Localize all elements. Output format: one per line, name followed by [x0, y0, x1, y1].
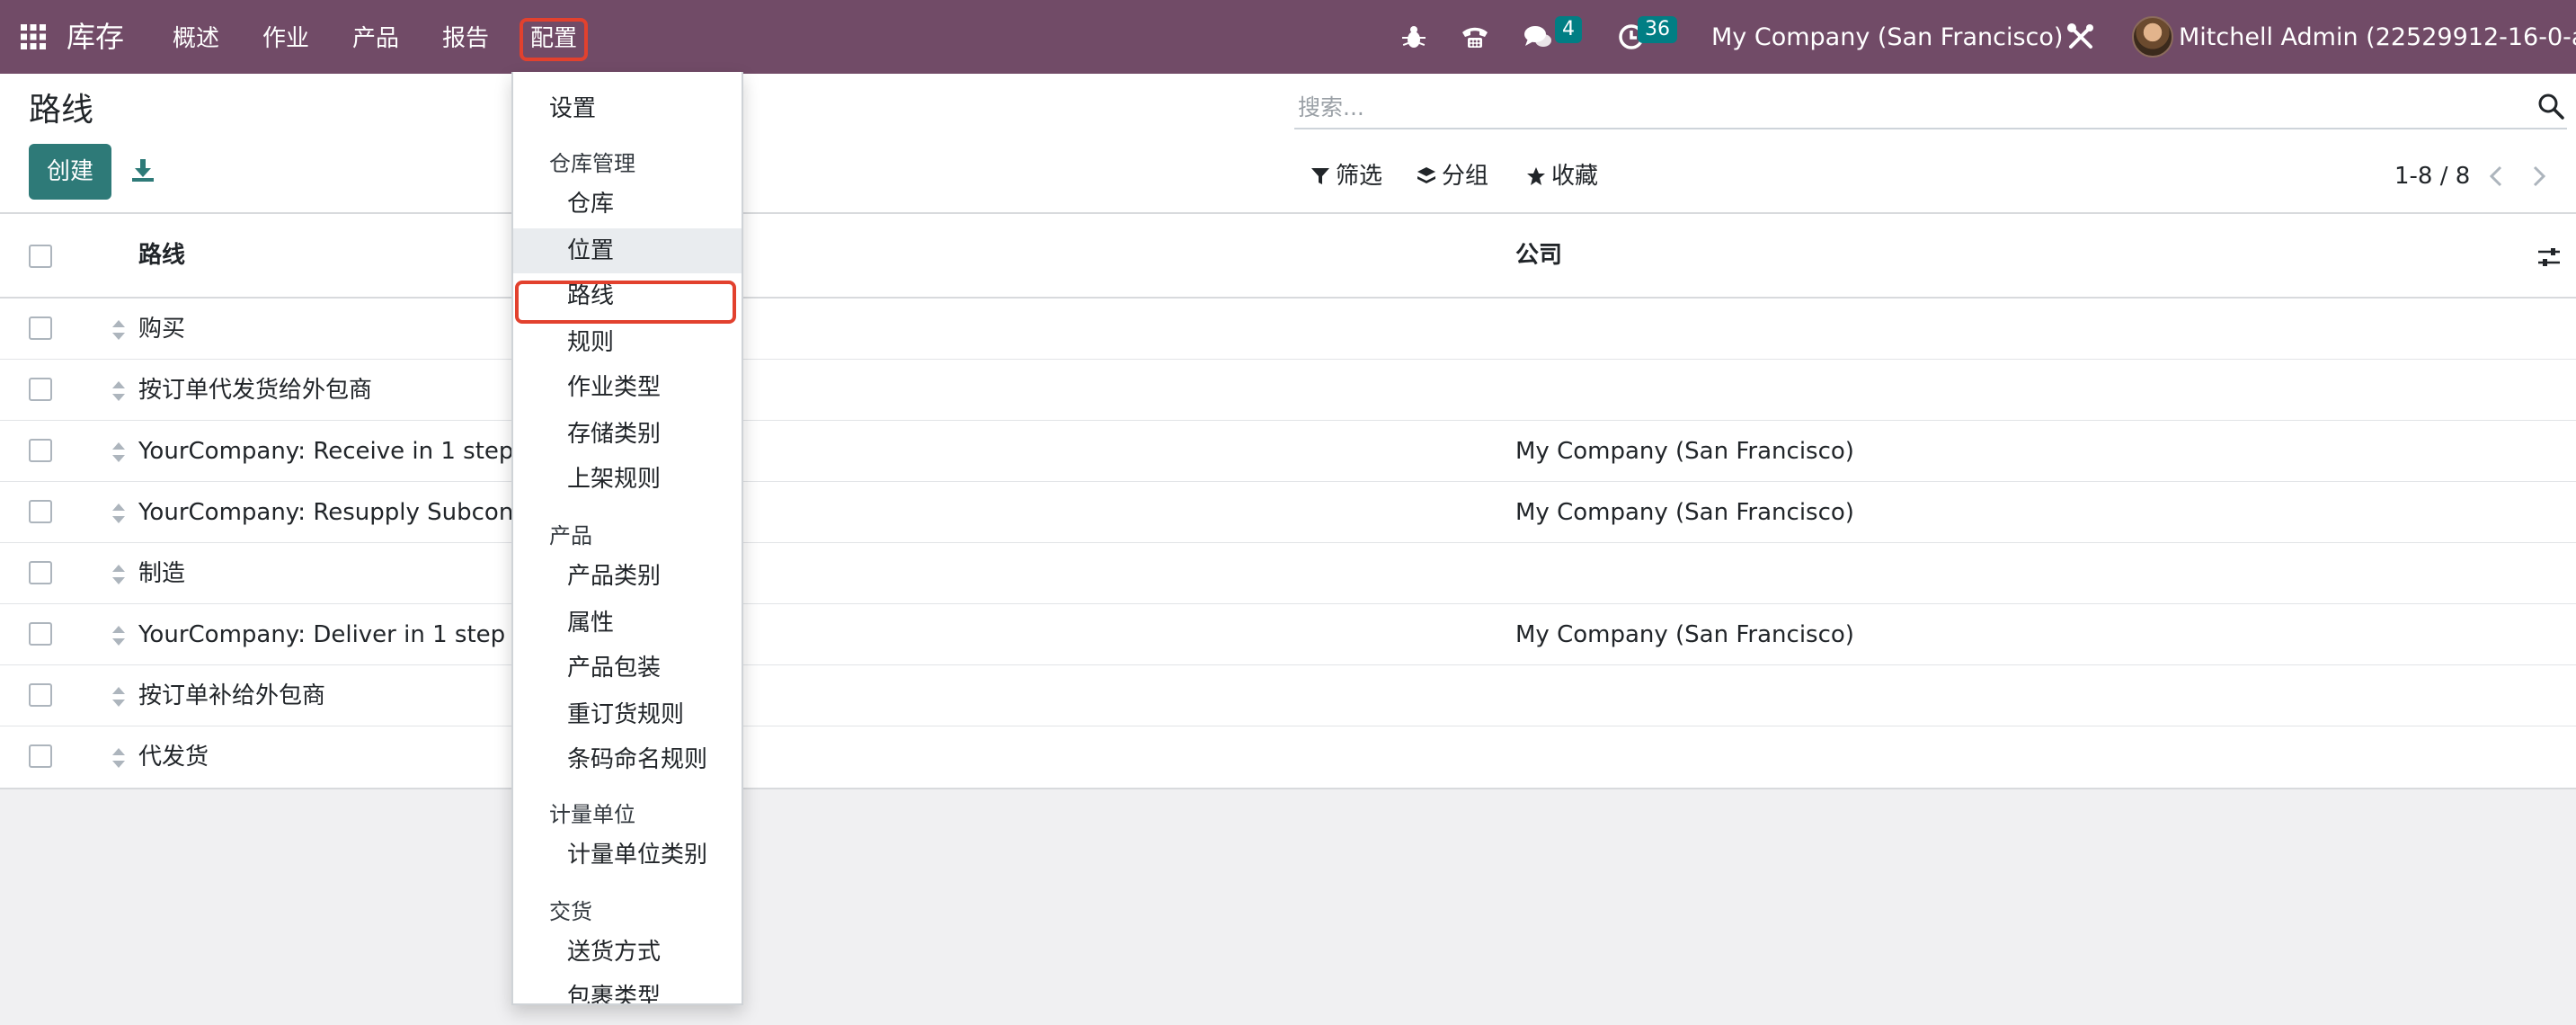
route-name: 代发货 — [138, 744, 209, 771]
chevron-left-icon[interactable] — [2484, 164, 2509, 189]
menu-section-products: 产品 — [549, 523, 592, 548]
company-switcher[interactable]: My Company (San Francisco) — [1711, 22, 2063, 54]
route-name: YourCompany: Receive in 1 step (s — [138, 438, 543, 465]
route-name: 按订单补给外包商 — [138, 682, 326, 709]
table-row[interactable]: 购买 — [0, 299, 2576, 360]
pager-value[interactable]: 1-8 / 8 — [2394, 160, 2470, 192]
row-checkbox[interactable] — [29, 439, 52, 462]
row-checkbox[interactable] — [29, 622, 52, 646]
filter-icon — [1311, 168, 1329, 184]
group-by-label: 分组 — [1442, 163, 1489, 190]
create-button[interactable]: 创建 — [29, 144, 111, 200]
filter-button[interactable]: 筛选 — [1310, 158, 1382, 194]
menu-item-barcode-nomenclatures[interactable]: 条码命名规则 — [513, 737, 742, 782]
row-checkbox[interactable] — [29, 561, 52, 584]
table-row[interactable]: YourCompany: Resupply Subcontr My Compan… — [0, 482, 2576, 543]
menu-reporting[interactable]: 报告 — [442, 23, 489, 54]
app-brand[interactable]: 库存 — [67, 18, 124, 56]
menu-item-rules[interactable]: 规则 — [513, 320, 742, 365]
table-row[interactable]: 制造 — [0, 543, 2576, 604]
menu-item-putaway-rules[interactable]: 上架规则 — [513, 457, 742, 502]
drag-handle-icon[interactable] — [110, 379, 128, 403]
menu-item-product-categories[interactable]: 产品类别 — [513, 554, 742, 599]
bug-icon[interactable] — [1399, 22, 1429, 52]
row-checkbox[interactable] — [29, 378, 52, 401]
control-panel: 路线 创建 筛选 分组 收藏 1-8 / 8 — [0, 74, 2576, 214]
table-row[interactable]: YourCompany: Deliver in 1 step (sl My Co… — [0, 604, 2576, 665]
menu-item-package-types[interactable]: 包裹类型 — [513, 975, 742, 1003]
user-menu[interactable]: Mitchell Admin (22529912-16-0-all) — [2179, 22, 2576, 54]
list-header: 路线 公司 — [0, 214, 2576, 299]
drag-handle-icon[interactable] — [110, 441, 128, 464]
chevron-right-icon[interactable] — [2526, 164, 2551, 189]
menu-item-settings[interactable]: 设置 — [513, 86, 742, 131]
column-options-icon[interactable] — [2536, 245, 2562, 270]
menu-item-reordering-rules[interactable]: 重订货规则 — [513, 692, 742, 737]
menu-products[interactable]: 产品 — [352, 23, 399, 54]
route-company: My Company (San Francisco) — [1515, 499, 1854, 526]
routes-highlight-box — [515, 281, 736, 324]
phone-icon[interactable] — [1460, 22, 1490, 52]
messages-count-badge: 4 — [1555, 16, 1582, 43]
menu-item-product-packagings[interactable]: 产品包装 — [513, 646, 742, 691]
menu-item-warehouses[interactable]: 仓库 — [513, 182, 742, 227]
favorites-button[interactable]: 收藏 — [1526, 158, 1598, 194]
menu-item-attributes[interactable]: 属性 — [513, 601, 742, 646]
select-all-checkbox[interactable] — [29, 245, 52, 268]
table-row[interactable]: 按订单补给外包商 — [0, 665, 2576, 726]
menu-overview[interactable]: 概述 — [173, 23, 219, 54]
filter-label: 筛选 — [1336, 163, 1383, 190]
route-company: My Company (San Francisco) — [1515, 621, 1854, 648]
apps-grid-icon[interactable] — [20, 23, 47, 50]
group-by-button[interactable]: 分组 — [1417, 158, 1488, 194]
routes-list: 路线 公司 购买 按订单代发货给外包商 YourCompany: Receive… — [0, 214, 2576, 789]
table-row[interactable]: 按订单代发货给外包商 — [0, 360, 2576, 421]
chat-icon[interactable] — [1523, 22, 1553, 52]
drag-handle-icon[interactable] — [110, 502, 128, 525]
table-row[interactable]: YourCompany: Receive in 1 step (s My Com… — [0, 421, 2576, 482]
favorites-label: 收藏 — [1551, 163, 1599, 190]
column-header-company[interactable]: 公司 — [1515, 239, 1562, 272]
configuration-dropdown-menu: 设置 仓库管理 仓库 位置 路线 规则 作业类型 存储类别 上架规则 产品 产品… — [511, 72, 743, 1005]
search-icon[interactable] — [2536, 92, 2565, 120]
route-name: 购买 — [138, 316, 186, 343]
drag-handle-icon[interactable] — [110, 563, 128, 586]
drag-handle-icon[interactable] — [110, 318, 128, 342]
menu-item-operation-types[interactable]: 作业类型 — [513, 365, 742, 410]
menu-item-locations[interactable]: 位置 — [513, 228, 742, 273]
route-company: My Company (San Francisco) — [1515, 438, 1854, 465]
route-name: 制造 — [138, 560, 186, 587]
row-checkbox[interactable] — [29, 500, 52, 523]
menu-section-delivery: 交货 — [549, 899, 592, 924]
route-name: 按订单代发货给外包商 — [138, 377, 373, 404]
menu-item-shipping-methods[interactable]: 送货方式 — [513, 930, 742, 975]
user-avatar[interactable] — [2132, 16, 2173, 58]
row-checkbox[interactable] — [29, 316, 52, 340]
menu-configuration[interactable]: 配置 — [520, 18, 589, 61]
route-name: YourCompany: Resupply Subcontr — [138, 499, 533, 526]
column-header-route[interactable]: 路线 — [138, 239, 185, 272]
top-navbar: 库存 概述 作业 产品 报告 配置 4 36 My Company (San F… — [0, 0, 2576, 74]
search-input[interactable] — [1298, 90, 2502, 124]
menu-item-uom-categories[interactable]: 计量单位类别 — [513, 833, 742, 878]
row-checkbox[interactable] — [29, 683, 52, 707]
row-checkbox[interactable] — [29, 744, 52, 768]
drag-handle-icon[interactable] — [110, 746, 128, 770]
tools-icon[interactable] — [2065, 22, 2096, 52]
download-icon[interactable] — [129, 156, 156, 183]
menu-section-warehouse: 仓库管理 — [549, 151, 635, 176]
table-row[interactable]: 代发货 — [0, 726, 2576, 788]
search-bar — [1294, 86, 2567, 129]
menu-item-storage-categories[interactable]: 存储类别 — [513, 412, 742, 457]
drag-handle-icon[interactable] — [110, 624, 128, 647]
menu-operations[interactable]: 作业 — [262, 23, 309, 54]
menu-section-uom: 计量单位 — [549, 802, 635, 827]
page-title: 路线 — [29, 92, 94, 129]
star-icon — [1527, 167, 1545, 185]
layers-icon — [1417, 167, 1435, 183]
route-name: YourCompany: Deliver in 1 step (sl — [138, 621, 541, 648]
activities-count-badge: 36 — [1638, 16, 1677, 43]
drag-handle-icon[interactable] — [110, 685, 128, 709]
